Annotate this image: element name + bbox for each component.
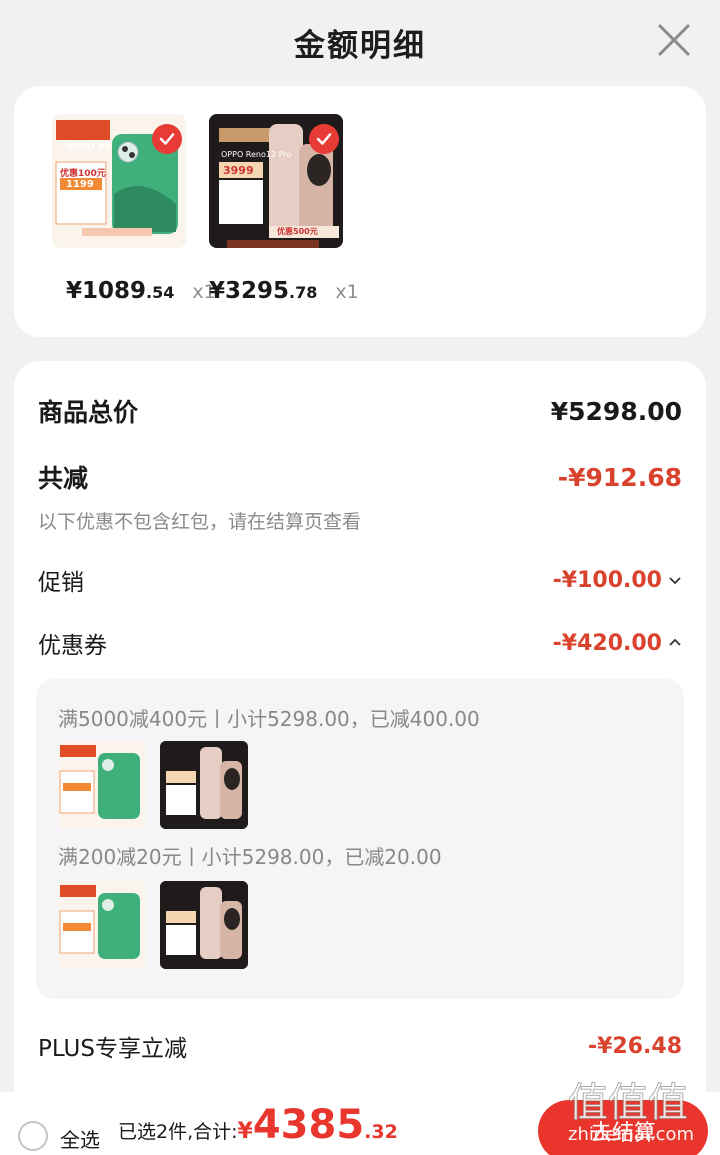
product-thumbnail[interactable]: OPPO A3 优惠100元 1199 bbox=[52, 114, 186, 248]
total-int: 4385 bbox=[252, 1102, 365, 1148]
product-item[interactable]: OPPO Reno12 Pro 3999 优惠500元 ¥3295.78 x1 bbox=[209, 114, 359, 304]
page-title: 金额明细 bbox=[294, 27, 426, 64]
total-label: 已选2件,合计: bbox=[118, 1121, 238, 1143]
coupon-products bbox=[58, 881, 248, 969]
product-thumbnail[interactable]: OPPO Reno12 Pro 3999 优惠500元 bbox=[209, 114, 343, 248]
chevron-up-icon[interactable] bbox=[668, 636, 682, 650]
product-thumbnail bbox=[160, 741, 248, 829]
promo-row[interactable]: 促销 -¥100.00 bbox=[38, 563, 682, 597]
product-price: ¥1089.54 x1 bbox=[66, 278, 216, 304]
select-all-label[interactable]: 全选 bbox=[60, 1124, 100, 1153]
badge-promo: 优惠100元 bbox=[60, 169, 106, 179]
badge-price: 3999 bbox=[223, 164, 254, 177]
goods-total-label: 商品总价 bbox=[38, 398, 139, 427]
checked-icon[interactable] bbox=[152, 124, 182, 154]
goods-total-value: ¥5298.00 bbox=[550, 396, 682, 426]
watermark-site: zhidemai.com bbox=[568, 1124, 695, 1145]
badge-title: OPPO Reno12 Pro bbox=[221, 150, 292, 159]
details-card: 商品总价 ¥5298.00 共减 -¥912.68 以下优惠不包含红包，请在结算… bbox=[14, 361, 706, 1155]
product-qty: x1 bbox=[335, 281, 359, 303]
coupon-value: -¥420.00 bbox=[552, 630, 662, 656]
close-icon[interactable] bbox=[656, 22, 692, 58]
coupon-row[interactable]: 优惠券 -¥420.00 bbox=[38, 626, 682, 660]
plus-row: PLUS专享立减 -¥26.48 bbox=[38, 1029, 682, 1063]
promo-label: 促销 bbox=[38, 570, 84, 596]
total-reduce-value: -¥912.68 bbox=[557, 462, 682, 492]
badge-promo: 优惠500元 bbox=[277, 227, 318, 236]
discount-note: 以下优惠不包含红包，请在结算页查看 bbox=[38, 511, 362, 533]
coupon-products bbox=[58, 741, 248, 829]
product-thumbnail bbox=[160, 881, 248, 969]
promo-value: -¥100.00 bbox=[552, 567, 662, 593]
product-item[interactable]: OPPO A3 优惠100元 1199 ¥1089.54 x1 bbox=[52, 114, 216, 304]
total-summary: 已选2件,合计: ¥ 4385 .32 bbox=[118, 1102, 398, 1148]
goods-total-row: 商品总价 ¥5298.00 bbox=[38, 393, 682, 429]
coupon-detail-box: 满5000减400元丨小计5298.00，已减400.00 满200减20元丨小… bbox=[36, 679, 684, 999]
badge-title: OPPO A3 bbox=[66, 142, 111, 152]
plus-label: PLUS专享立减 bbox=[38, 1036, 187, 1062]
coupon-label: 优惠券 bbox=[38, 633, 107, 659]
badge-price: 1199 bbox=[66, 179, 94, 190]
checked-icon[interactable] bbox=[309, 124, 339, 154]
product-thumbnail bbox=[58, 881, 146, 969]
total-currency: ¥ bbox=[237, 1119, 253, 1144]
select-all-radio[interactable] bbox=[18, 1121, 48, 1151]
chevron-down-icon[interactable] bbox=[668, 573, 682, 587]
total-dec: .32 bbox=[364, 1121, 398, 1143]
product-price: ¥3295.78 x1 bbox=[209, 278, 359, 304]
total-reduce-row: 共减 -¥912.68 bbox=[38, 459, 682, 495]
coupon-detail-line: 满200减20元丨小计5298.00，已减20.00 bbox=[58, 845, 442, 869]
coupon-detail-line: 满5000减400元丨小计5298.00，已减400.00 bbox=[58, 707, 480, 731]
plus-value: -¥26.48 bbox=[587, 1033, 682, 1059]
products-card: OPPO A3 优惠100元 1199 ¥1089.54 x1 OPPO Ren… bbox=[14, 86, 706, 337]
product-thumbnail bbox=[58, 741, 146, 829]
header: 金额明细 bbox=[0, 0, 720, 84]
total-reduce-label: 共减 bbox=[38, 464, 89, 493]
